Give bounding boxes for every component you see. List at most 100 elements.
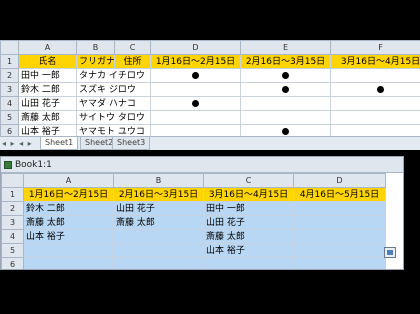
tab-sheet1[interactable]: Sheet1: [40, 137, 79, 150]
row-header[interactable]: 3: [1, 215, 24, 230]
table-row: 5 山本 裕子: [1, 243, 386, 258]
cell[interactable]: 3月16日～4月15日: [330, 54, 420, 69]
cell[interactable]: [150, 96, 241, 111]
table-row: 1 氏名 フリガナ 住所 1月16日～2月15日 2月16日～3月15日 3月1…: [0, 54, 420, 69]
table-row: 2 田中 一郎 タナカ イチロウ: [0, 68, 420, 83]
col-header-e[interactable]: E: [240, 40, 331, 55]
cell[interactable]: 2月16日～3月15日: [113, 187, 204, 202]
cell[interactable]: [240, 68, 331, 83]
row-header[interactable]: 2: [0, 68, 19, 83]
cell[interactable]: 田中 一郎: [18, 68, 77, 83]
sheet-tab-bar: ◂ ▸ ◂ ▸ Sheet1 Sheet2 Sheet3: [0, 136, 420, 150]
cell[interactable]: 1月16日～2月15日: [150, 54, 241, 69]
mark-dot-icon: [282, 71, 289, 79]
select-all-corner[interactable]: [0, 40, 19, 55]
row-header[interactable]: 5: [1, 243, 24, 258]
row-header[interactable]: 4: [1, 229, 24, 244]
cell[interactable]: [23, 243, 114, 258]
col-header-a[interactable]: A: [18, 40, 77, 55]
cell[interactable]: 田中 一郎: [203, 201, 294, 216]
cell[interactable]: [203, 257, 294, 269]
cell[interactable]: タナカ イチロウ: [76, 68, 151, 83]
book1-window: Book1:1 A B C D 1 1月16日～2月15日 2月16日～3月15…: [0, 156, 404, 270]
cell[interactable]: 斎藤 太郎: [18, 110, 77, 125]
row-header[interactable]: 6: [1, 257, 24, 269]
cell[interactable]: [113, 257, 204, 269]
cell[interactable]: [293, 229, 386, 244]
cell[interactable]: [23, 257, 114, 269]
col-header-d[interactable]: D: [293, 173, 386, 188]
cell[interactable]: [293, 215, 386, 230]
cell[interactable]: 1月16日～2月15日: [23, 187, 114, 202]
cell[interactable]: [150, 68, 241, 83]
cell[interactable]: サイトウ タロウ: [76, 110, 151, 125]
table-row: 4 山田 花子 ヤマダ ハナコ: [0, 96, 420, 111]
cell[interactable]: [113, 243, 204, 258]
cell[interactable]: 氏名: [18, 54, 77, 69]
cell[interactable]: 鈴木 二郎: [23, 201, 114, 216]
table-row: 3 鈴木 二郎 スズキ ジロウ: [0, 82, 420, 97]
cell[interactable]: スズキ ジロウ: [76, 82, 151, 97]
cell[interactable]: [330, 68, 420, 83]
cell[interactable]: 山本 裕子: [203, 243, 294, 258]
cell[interactable]: 斎藤 太郎: [23, 215, 114, 230]
cell[interactable]: [330, 96, 420, 111]
table-row: 3 斎藤 太郎 斎藤 太郎 山田 花子: [1, 215, 386, 230]
table-row: 6: [1, 257, 386, 269]
mark-dot-icon: [282, 85, 289, 93]
tab-sheet3[interactable]: Sheet3: [112, 137, 151, 150]
book1-grid: A B C D 1 1月16日～2月15日 2月16日～3月15日 3月16日～…: [1, 173, 386, 269]
select-all-corner[interactable]: [1, 173, 24, 188]
cell[interactable]: 斎藤 太郎: [113, 215, 204, 230]
cell[interactable]: 鈴木 二郎: [18, 82, 77, 97]
cell[interactable]: [330, 110, 420, 125]
window-title-bar[interactable]: Book1:1: [1, 157, 403, 173]
table-row: 4 山本 裕子 斎藤 太郎: [1, 229, 386, 244]
row-header[interactable]: 1: [1, 187, 24, 202]
screen: A B C D E F 1 氏名 フリガナ 住所 1月16日～2月15日 2月1…: [0, 0, 420, 314]
cell[interactable]: [113, 229, 204, 244]
col-header-a[interactable]: A: [23, 173, 114, 188]
row-header[interactable]: 4: [0, 96, 19, 111]
cell[interactable]: 山本 裕子: [23, 229, 114, 244]
mark-dot-icon: [192, 99, 199, 107]
top-worksheet-window: A B C D E F 1 氏名 フリガナ 住所 1月16日～2月15日 2月1…: [0, 40, 420, 150]
cell[interactable]: [293, 243, 386, 258]
cell[interactable]: [240, 96, 331, 111]
cell[interactable]: 山田 花子: [113, 201, 204, 216]
cell[interactable]: [240, 110, 331, 125]
col-header-c[interactable]: C: [114, 40, 151, 55]
cell[interactable]: [293, 257, 386, 269]
mark-dot-icon: [192, 71, 199, 79]
row-header[interactable]: 3: [0, 82, 19, 97]
table-row: 2 鈴木 二郎 山田 花子 田中 一郎: [1, 201, 386, 216]
row-header[interactable]: 2: [1, 201, 24, 216]
cell[interactable]: 山田 花子: [18, 96, 77, 111]
cell[interactable]: 2月16日～3月15日: [240, 54, 331, 69]
cell[interactable]: 住所: [114, 54, 151, 69]
row-header[interactable]: 1: [0, 54, 19, 69]
excel-icon: [4, 161, 12, 169]
cell[interactable]: [293, 201, 386, 216]
cell[interactable]: [150, 110, 241, 125]
col-header-f[interactable]: F: [330, 40, 420, 55]
cell[interactable]: フリガナ: [76, 54, 115, 69]
paste-options-icon[interactable]: [384, 247, 396, 258]
col-header-c[interactable]: C: [203, 173, 294, 188]
cell[interactable]: ヤマダ ハナコ: [76, 96, 151, 111]
cell[interactable]: [330, 82, 420, 97]
col-header-d[interactable]: D: [150, 40, 241, 55]
col-header-b[interactable]: B: [113, 173, 204, 188]
cell[interactable]: 4月16日～5月15日: [293, 187, 386, 202]
table-row: 1 1月16日～2月15日 2月16日～3月15日 3月16日～4月15日 4月…: [1, 187, 386, 202]
window-title: Book1:1: [15, 160, 52, 170]
cell[interactable]: [240, 82, 331, 97]
column-header-row: A B C D E F: [0, 40, 420, 55]
col-header-b[interactable]: B: [76, 40, 115, 55]
cell[interactable]: 3月16日～4月15日: [203, 187, 294, 202]
cell[interactable]: 斎藤 太郎: [203, 229, 294, 244]
cell[interactable]: [150, 82, 241, 97]
row-header[interactable]: 5: [0, 110, 19, 125]
cell[interactable]: 山田 花子: [203, 215, 294, 230]
sheet-nav-arrows[interactable]: ◂ ▸ ◂ ▸: [2, 139, 33, 148]
